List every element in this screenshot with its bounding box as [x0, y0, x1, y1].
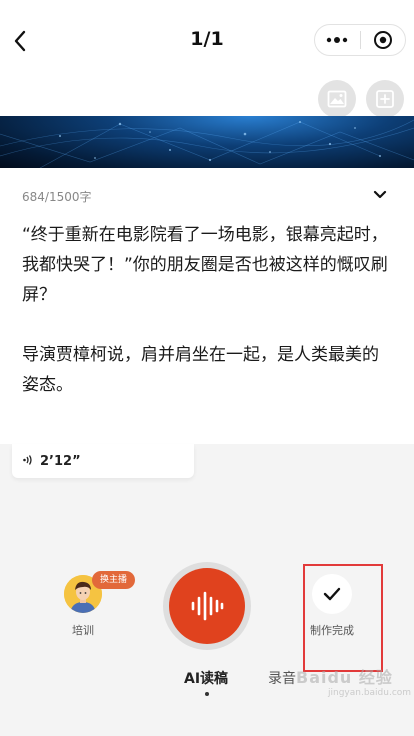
target-icon [373, 31, 392, 49]
article-cover-image [0, 116, 414, 168]
check-icon [323, 587, 341, 601]
active-tab-indicator [205, 692, 209, 696]
collapse-button[interactable] [368, 184, 392, 204]
article-paragraph: 导演贾樟柯说，肩并肩坐在一起，是人类最美的姿态。 [22, 345, 379, 395]
tab-ai-reading[interactable]: AI读稿 [184, 668, 228, 688]
close-mini-program-button[interactable] [361, 25, 406, 55]
network-pattern-icon [0, 119, 414, 168]
switch-anchor-badge[interactable]: 换主播 [92, 571, 136, 589]
tab-recording[interactable]: 录音 [268, 668, 296, 688]
chevron-down-icon [373, 190, 387, 198]
navigation-bar: 1/1 [0, 0, 414, 80]
article-paragraph: “终于重新在电影院看了一场电影，银幕亮起时，我都快哭了！”你的朋友圈是否也被这样… [22, 225, 388, 305]
record-button-core [169, 568, 245, 644]
add-section-button[interactable] [366, 80, 404, 118]
baidu-watermark: Baidu 经验 [296, 668, 393, 687]
record-button[interactable] [163, 562, 251, 650]
image-icon [327, 90, 347, 108]
insert-image-button[interactable] [318, 80, 356, 118]
finish-label: 制作完成 [310, 624, 354, 637]
article-text-area[interactable]: “终于重新在电影院看了一场电影，银幕亮起时，我都快哭了！”你的朋友圈是否也被这样… [22, 220, 392, 400]
audio-duration-chip[interactable]: 2’12” [12, 444, 194, 478]
baidu-watermark-url: jingyan.baidu.com [328, 688, 412, 698]
audio-duration: 2’12” [40, 453, 81, 469]
more-button[interactable] [315, 25, 360, 55]
sound-wave-icon [22, 454, 34, 469]
sound-wave-icon [191, 591, 224, 621]
finish-button[interactable] [312, 574, 352, 614]
anchor-label: 培训 [72, 624, 94, 637]
character-counter: 684/1500字 [22, 190, 92, 204]
add-box-icon [376, 90, 394, 108]
more-dots-icon [327, 37, 348, 43]
mini-program-capsule [314, 24, 406, 56]
